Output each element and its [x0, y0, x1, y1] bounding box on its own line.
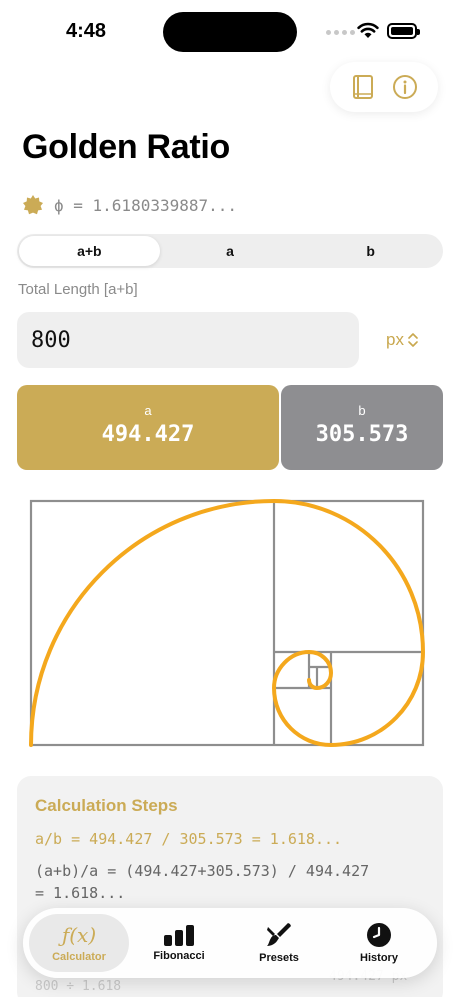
step-hidden-left: 800 ÷ 1.618 [35, 979, 122, 994]
toolbar-pill [330, 62, 438, 112]
battery-icon [387, 23, 420, 39]
phi-row: ϕ = 1.6180339887... [22, 194, 237, 216]
info-button[interactable] [391, 73, 419, 101]
total-length-field [17, 312, 359, 368]
step-total-expression: (a+b)/a = (494.427+305.573) / 494.427 [35, 862, 370, 880]
result-b-label: b [358, 403, 366, 418]
tab-calculator-label: Calculator [52, 951, 106, 963]
result-a-label: a [144, 403, 152, 418]
dynamic-island [163, 12, 297, 52]
page-title: Golden Ratio [22, 128, 230, 166]
status-time: 4:48 [66, 20, 107, 42]
tab-bar: ƒ(x) Calculator Fibonacci Presets Histor… [23, 908, 437, 978]
info-icon [393, 75, 417, 99]
segment-b[interactable]: b [300, 236, 441, 266]
phi-value: ϕ = 1.6180339887... [54, 195, 238, 215]
steps-title: Calculation Steps [35, 796, 178, 815]
tab-calculator[interactable]: ƒ(x) Calculator [29, 914, 129, 972]
tab-presets-label: Presets [259, 952, 299, 964]
tab-fibonacci[interactable]: Fibonacci [129, 914, 229, 972]
step-total-line: (a+b)/a = (494.427+305.573) / 494.427 = … [35, 860, 425, 904]
paintbrush-icon [267, 923, 291, 946]
step-ratio-line: a/b = 494.427 / 305.573 = 1.618... [35, 830, 343, 848]
book-button[interactable] [349, 73, 377, 101]
result-card-b: b 305.573 [281, 385, 443, 470]
golden-spiral-diagram [29, 498, 426, 748]
clock-icon [367, 923, 391, 947]
bar-chart-icon [164, 925, 194, 946]
total-length-label: Total Length [a+b] [18, 281, 138, 298]
unit-label: px [386, 330, 404, 349]
function-icon: ƒ(x) [61, 923, 97, 947]
step-total-result: = 1.618... [35, 884, 126, 902]
total-length-input[interactable] [31, 327, 359, 353]
result-b-value: 305.573 [315, 422, 409, 447]
badge-icon [23, 195, 43, 215]
status-bar: 4:48 [0, 0, 460, 60]
tab-fibonacci-label: Fibonacci [153, 950, 205, 962]
outer-rectangle [29, 499, 425, 747]
result-a-value: 494.427 [101, 422, 195, 447]
tab-presets[interactable]: Presets [229, 914, 329, 972]
tab-history-label: History [360, 952, 398, 964]
tab-history[interactable]: History [329, 914, 429, 972]
mode-segmented-control: a+b a b [17, 234, 443, 268]
cellular-signal-icon [326, 30, 355, 35]
wifi-icon [357, 22, 379, 38]
unit-picker[interactable]: px [386, 330, 418, 350]
result-card-a: a 494.427 [17, 385, 279, 470]
spiral-curve [29, 498, 426, 748]
chevron-up-down-icon [408, 333, 418, 347]
segment-a-plus-b[interactable]: a+b [19, 236, 160, 266]
book-icon [353, 75, 373, 99]
segment-a[interactable]: a [160, 236, 301, 266]
